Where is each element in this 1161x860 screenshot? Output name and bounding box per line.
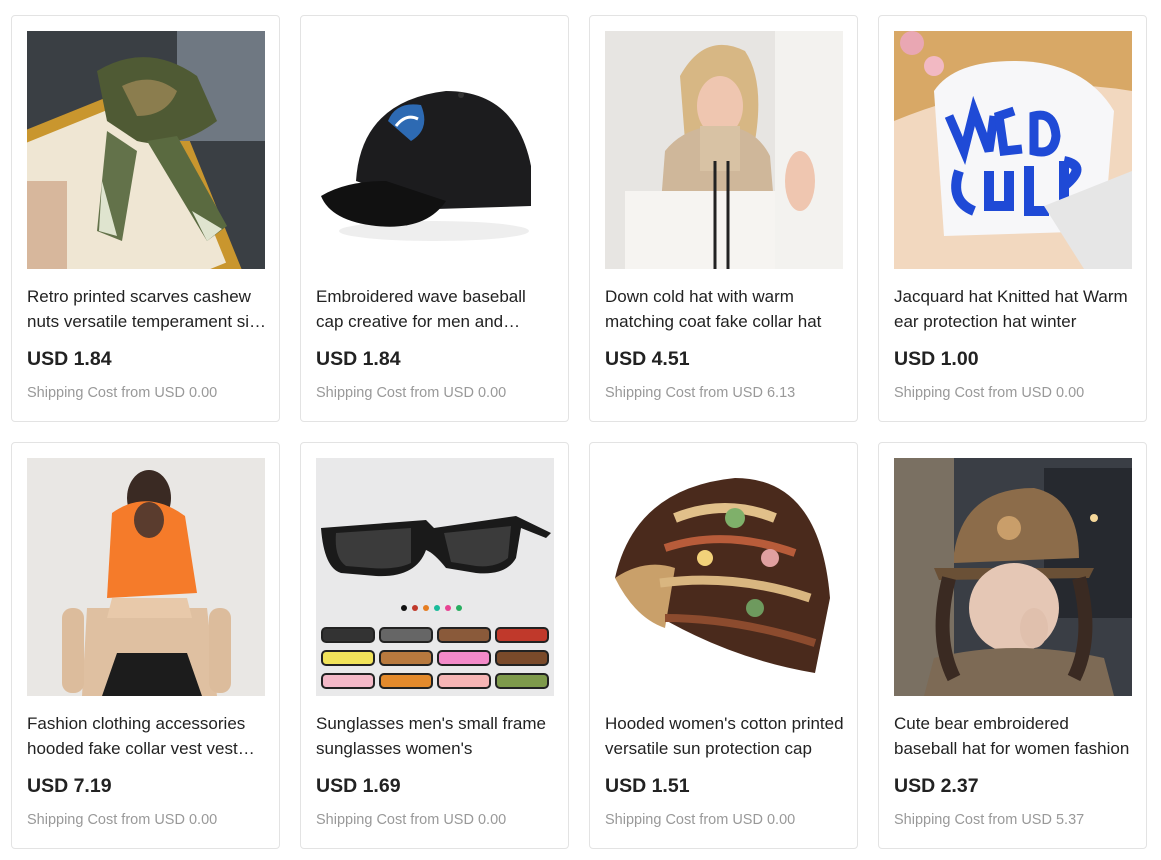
product-title[interactable]: Cute bear embroidered baseball hat for w… [894, 711, 1134, 761]
product-card[interactable]: Cute bear embroidered baseball hat for w… [878, 442, 1147, 849]
product-title[interactable]: Fashion clothing accessories hooded fake… [27, 711, 267, 761]
shipping-cost: Shipping Cost from USD 0.00 [27, 812, 218, 828]
product-image-knitted-hat[interactable] [894, 31, 1132, 269]
product-card[interactable]: Down cold hat with warm matching coat fa… [589, 15, 858, 422]
shipping-cost: Shipping Cost from USD 0.00 [27, 385, 218, 401]
product-price: USD 1.00 [894, 348, 979, 370]
product-image-orange-collar[interactable] [27, 458, 265, 696]
product-image-bear-cap[interactable] [894, 458, 1132, 696]
product-price: USD 1.84 [316, 348, 401, 370]
product-card[interactable]: Hooded women's cotton printed versatile … [589, 442, 858, 849]
product-price: USD 7.19 [27, 775, 112, 797]
product-card[interactable]: Embroidered wave baseball cap creative f… [300, 15, 569, 422]
product-card[interactable]: Fashion clothing accessories hooded fake… [11, 442, 280, 849]
shipping-cost: Shipping Cost from USD 0.00 [605, 812, 796, 828]
product-image-collar-hat[interactable] [605, 31, 843, 269]
product-title[interactable]: Jacquard hat Knitted hat Warm ear protec… [894, 284, 1134, 334]
product-card[interactable]: Retro printed scarves cashew nuts versat… [11, 15, 280, 422]
product-title[interactable]: Retro printed scarves cashew nuts versat… [27, 284, 267, 334]
product-title[interactable]: Sunglasses men's small frame sunglasses … [316, 711, 556, 761]
shipping-cost: Shipping Cost from USD 0.00 [316, 385, 507, 401]
product-image-cap[interactable] [316, 31, 554, 269]
product-image-printed-cap[interactable] [605, 458, 843, 696]
product-title[interactable]: Hooded women's cotton printed versatile … [605, 711, 845, 761]
product-price: USD 2.37 [894, 775, 979, 797]
shipping-cost: Shipping Cost from USD 5.37 [894, 812, 1085, 828]
product-card[interactable]: Sunglasses men's small frame sunglasses … [300, 442, 569, 849]
product-price: USD 1.69 [316, 775, 401, 797]
shipping-cost: Shipping Cost from USD 0.00 [894, 385, 1085, 401]
shipping-cost: Shipping Cost from USD 0.00 [316, 812, 507, 828]
product-price: USD 4.51 [605, 348, 690, 370]
product-price: USD 1.84 [27, 348, 112, 370]
shipping-cost: Shipping Cost from USD 6.13 [605, 385, 796, 401]
product-card[interactable]: Jacquard hat Knitted hat Warm ear protec… [878, 15, 1147, 422]
product-price: USD 1.51 [605, 775, 690, 797]
product-image-scarf[interactable] [27, 31, 265, 269]
product-image-sunglasses[interactable] [316, 458, 554, 696]
product-title[interactable]: Embroidered wave baseball cap creative f… [316, 284, 556, 334]
product-title[interactable]: Down cold hat with warm matching coat fa… [605, 284, 845, 334]
